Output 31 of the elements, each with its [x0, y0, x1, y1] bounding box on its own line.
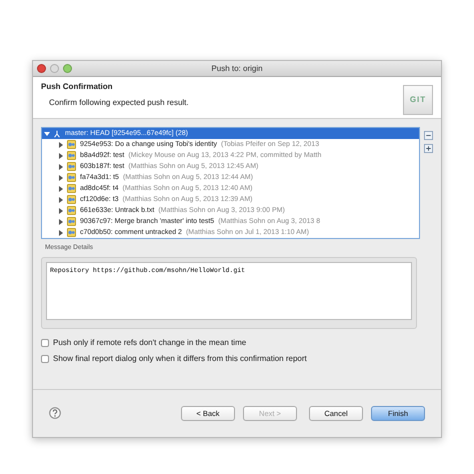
expand-arrow-icon[interactable] [59, 186, 63, 192]
expand-all-icon[interactable] [424, 144, 433, 153]
checkbox-label: Push only if remote refs don't change in the mean time [53, 336, 246, 349]
expand-arrow-icon[interactable] [59, 174, 63, 180]
expand-arrow-icon[interactable] [59, 164, 63, 170]
branch-icon [53, 130, 61, 138]
commit-icon [67, 173, 76, 182]
commit-icon [67, 162, 76, 171]
window-title: Push to: origin [211, 64, 263, 72]
close-button[interactable] [37, 64, 46, 73]
help-icon[interactable] [49, 407, 61, 420]
expand-arrow-icon[interactable] [59, 142, 63, 148]
collapse-all-icon[interactable] [424, 131, 433, 140]
expand-arrow-icon[interactable] [59, 196, 63, 202]
commit-icon [67, 195, 76, 204]
commit-icon [67, 206, 76, 215]
commit-icon [67, 217, 76, 226]
checkbox[interactable] [41, 354, 49, 363]
commit-icon [67, 140, 76, 149]
checkbox-label: Show final report dialog only when it differs from this confirmation report [53, 352, 307, 365]
commit-icon [67, 228, 76, 237]
expand-arrow-icon[interactable] [59, 152, 63, 158]
page-title: Push Confirmation [41, 81, 114, 93]
commit-icon [67, 151, 76, 160]
expand-arrow-icon[interactable] [59, 218, 63, 224]
page-description: Confirm following expected push result. [49, 97, 189, 109]
expand-arrow-icon[interactable] [59, 208, 63, 214]
commit-icon [67, 184, 76, 193]
checkbox[interactable] [41, 338, 49, 347]
git-logo: GIT [403, 85, 433, 115]
expand-arrow-icon[interactable] [59, 230, 63, 236]
